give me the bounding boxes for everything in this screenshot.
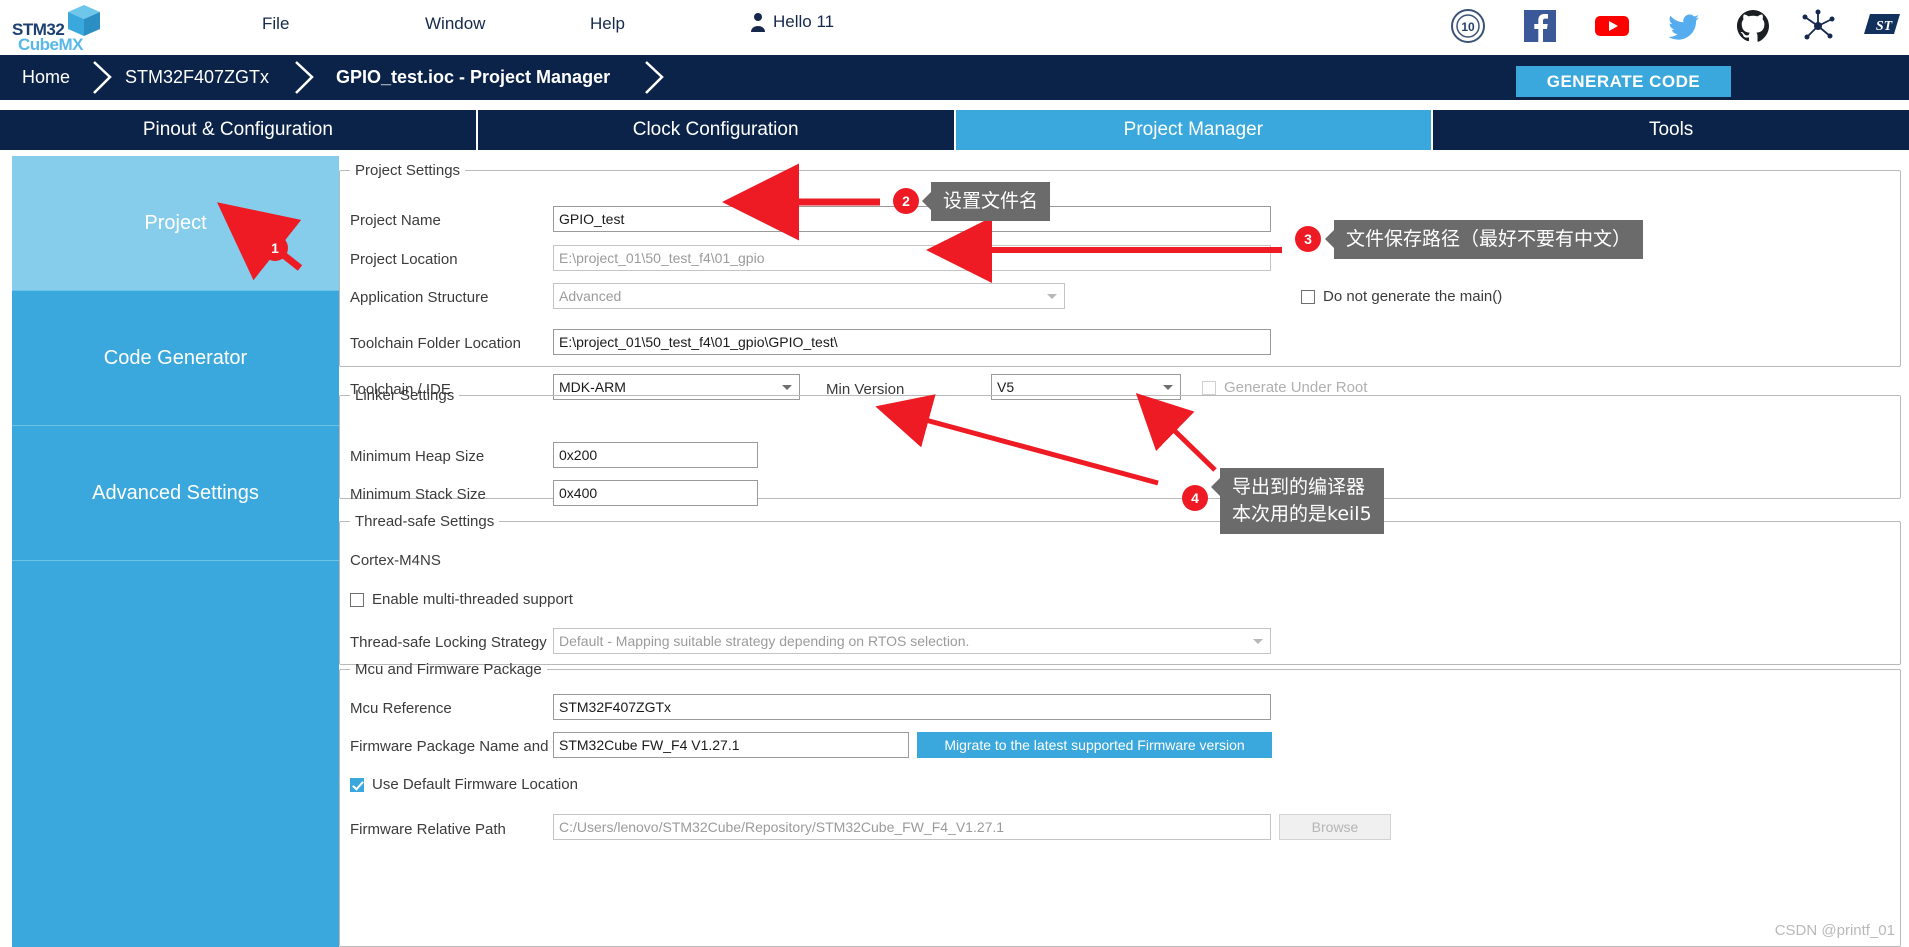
community-network-icon[interactable]: [1800, 8, 1836, 44]
application-structure-select[interactable]: Advanced: [553, 283, 1065, 309]
user-icon: [751, 13, 765, 32]
label-application-structure: Application Structure: [350, 289, 489, 306]
group-project-settings-legend: Project Settings: [355, 162, 461, 179]
menu-help[interactable]: Help: [590, 14, 625, 34]
chevron-down-icon: [1253, 639, 1263, 644]
project-name-input[interactable]: [553, 206, 1271, 232]
sidebar-item-project[interactable]: Project: [12, 156, 339, 291]
group-linker-settings-legend: Linker Settings: [355, 387, 455, 404]
firmware-relative-path-input[interactable]: [553, 814, 1271, 840]
group-thread-safe-settings-legend: Thread-safe Settings: [355, 513, 495, 530]
user-account-button[interactable]: Hello 11: [750, 12, 834, 32]
facebook-icon[interactable]: [1522, 8, 1558, 44]
enable-multithread-checkbox[interactable]: [350, 592, 364, 607]
svg-text:ST: ST: [1876, 19, 1894, 34]
menu-window[interactable]: Window: [425, 14, 485, 34]
label-firmware-relative-path: Firmware Relative Path: [350, 821, 506, 838]
breadcrumb-mcu[interactable]: STM32F407ZGTx: [125, 67, 269, 88]
use-default-firmware-location-checkbox[interactable]: [350, 777, 364, 792]
sidebar-item-code-generator[interactable]: Code Generator: [12, 291, 339, 426]
sidebar-filler: [12, 561, 339, 947]
label-toolchain-folder-location: Toolchain Folder Location: [350, 335, 521, 352]
mcu-reference-input[interactable]: [553, 694, 1271, 720]
thread-safe-locking-strategy-select[interactable]: Default - Mapping suitable strategy depe…: [553, 628, 1271, 654]
svg-text:10: 10: [1461, 20, 1475, 34]
breadcrumb-home[interactable]: Home: [22, 67, 70, 88]
group-mcu-firmware-package-legend: Mcu and Firmware Package: [355, 661, 542, 678]
user-name-label: Hello 11: [773, 12, 835, 31]
twitter-icon[interactable]: [1666, 8, 1702, 44]
do-not-generate-main-label: Do not generate the main(): [1323, 288, 1503, 305]
migrate-firmware-button[interactable]: Migrate to the latest supported Firmware…: [917, 732, 1272, 758]
application-structure-value: Advanced: [559, 288, 622, 304]
st-logo-icon[interactable]: ST: [1860, 8, 1904, 42]
enable-multithread-label: Enable multi-threaded support: [372, 591, 573, 608]
minimum-stack-size-input[interactable]: [553, 480, 758, 506]
tab-clock-configuration[interactable]: Clock Configuration: [477, 110, 956, 150]
tab-tools[interactable]: Tools: [1433, 110, 1909, 150]
use-default-firmware-location-checkbox-row[interactable]: Use Default Firmware Location: [350, 776, 578, 793]
do-not-generate-main-checkbox[interactable]: [1301, 289, 1315, 304]
label-project-location: Project Location: [350, 251, 458, 268]
label-minimum-heap-size: Minimum Heap Size: [350, 448, 485, 465]
label-minimum-stack-size: Minimum Stack Size: [350, 486, 486, 503]
sidebar-item-advanced-settings[interactable]: Advanced Settings: [12, 426, 339, 561]
toolchain-folder-location-input[interactable]: [553, 329, 1271, 355]
project-manager-sidebar: Project Code Generator Advanced Settings: [12, 156, 339, 947]
label-mcu-reference: Mcu Reference: [350, 700, 452, 717]
label-cortex-core: Cortex-M4NS: [350, 552, 441, 569]
app-logo[interactable]: STM32 CubeMX: [8, 2, 108, 54]
github-icon[interactable]: [1735, 8, 1771, 44]
logo-text-cubemx: CubeMX: [18, 35, 84, 54]
breadcrumb-current: GPIO_test.ioc - Project Manager: [336, 67, 611, 87]
anniversary-10-years-icon[interactable]: 10: [1450, 8, 1486, 44]
cube-icon: [68, 5, 100, 36]
browse-firmware-button[interactable]: Browse: [1279, 814, 1391, 840]
firmware-package-input[interactable]: [553, 732, 909, 758]
enable-multithread-checkbox-row[interactable]: Enable multi-threaded support: [350, 591, 573, 608]
chevron-down-icon: [1047, 294, 1057, 299]
tab-pinout-configuration[interactable]: Pinout & Configuration: [0, 110, 478, 150]
label-project-name: Project Name: [350, 212, 441, 229]
tab-project-manager[interactable]: Project Manager: [955, 110, 1434, 150]
use-default-firmware-location-label: Use Default Firmware Location: [372, 776, 578, 793]
label-thread-safe-locking-strategy: Thread-safe Locking Strategy: [350, 634, 547, 651]
project-location-input[interactable]: [553, 245, 1271, 271]
watermark: CSDN @printf_01: [1774, 922, 1895, 939]
menu-file[interactable]: File: [262, 14, 289, 34]
main-tab-bar: Pinout & Configuration Clock Configurati…: [0, 110, 1909, 150]
project-settings-panel: Project Settings Project Name Project Lo…: [339, 156, 1909, 947]
do-not-generate-main-checkbox-row[interactable]: Do not generate the main(): [1301, 288, 1502, 305]
thread-safe-locking-strategy-value: Default - Mapping suitable strategy depe…: [559, 633, 970, 649]
top-menu-bar: STM32 CubeMX File Window Help Hello 11 1…: [0, 0, 1909, 55]
minimum-heap-size-input[interactable]: [553, 442, 758, 468]
youtube-icon[interactable]: [1594, 8, 1630, 44]
generate-code-button[interactable]: GENERATE CODE: [1516, 66, 1731, 97]
